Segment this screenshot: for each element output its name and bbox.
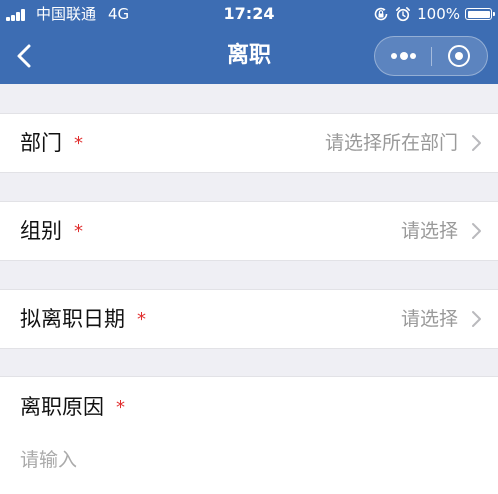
- group-label-text: 组别: [20, 219, 62, 243]
- status-right: 100%: [373, 4, 495, 24]
- department-label-text: 部门: [20, 131, 62, 155]
- leave-date-label-text: 拟离职日期: [20, 307, 125, 331]
- group-row[interactable]: 组别 * 请选择: [0, 201, 498, 261]
- chevron-left-icon: [17, 44, 31, 68]
- status-bar: 中国联通 4G 17:24 100%: [0, 0, 498, 28]
- battery-icon: [465, 8, 495, 20]
- battery-percent: 100%: [417, 5, 460, 23]
- reason-label-text: 离职原因: [20, 395, 104, 419]
- chevron-right-icon: [472, 311, 481, 327]
- chevron-right-icon: [472, 135, 481, 151]
- reason-block: 离职原因 *: [0, 376, 498, 494]
- group-value: 请选择: [400, 220, 458, 242]
- required-star: *: [137, 309, 146, 330]
- more-dots-icon: [391, 53, 397, 59]
- department-label: 部门 *: [20, 128, 83, 160]
- leave-date-label: 拟离职日期 *: [20, 304, 146, 336]
- orientation-lock-icon: [374, 7, 388, 21]
- back-button[interactable]: [8, 38, 44, 74]
- reason-label: 离职原因 *: [20, 392, 125, 424]
- leave-date-row[interactable]: 拟离职日期 * 请选择: [0, 289, 498, 349]
- more-button[interactable]: [375, 37, 431, 75]
- leave-date-value: 请选择: [400, 308, 458, 330]
- nav-bar: 离职: [0, 28, 498, 84]
- close-mini-program-button[interactable]: [432, 37, 487, 75]
- required-star: *: [74, 133, 83, 154]
- app-screen: 中国联通 4G 17:24 100% 离职 部门 * 请选择所在部门 组别 * …: [0, 0, 498, 494]
- required-star: *: [116, 397, 125, 418]
- alarm-icon: [396, 7, 411, 22]
- required-star: *: [74, 221, 83, 242]
- chevron-right-icon: [472, 223, 481, 239]
- mini-program-capsule: [374, 36, 488, 76]
- group-label: 组别 *: [20, 216, 83, 248]
- department-row[interactable]: 部门 * 请选择所在部门: [0, 113, 498, 173]
- department-value: 请选择所在部门: [324, 132, 458, 154]
- reason-input[interactable]: [20, 443, 478, 477]
